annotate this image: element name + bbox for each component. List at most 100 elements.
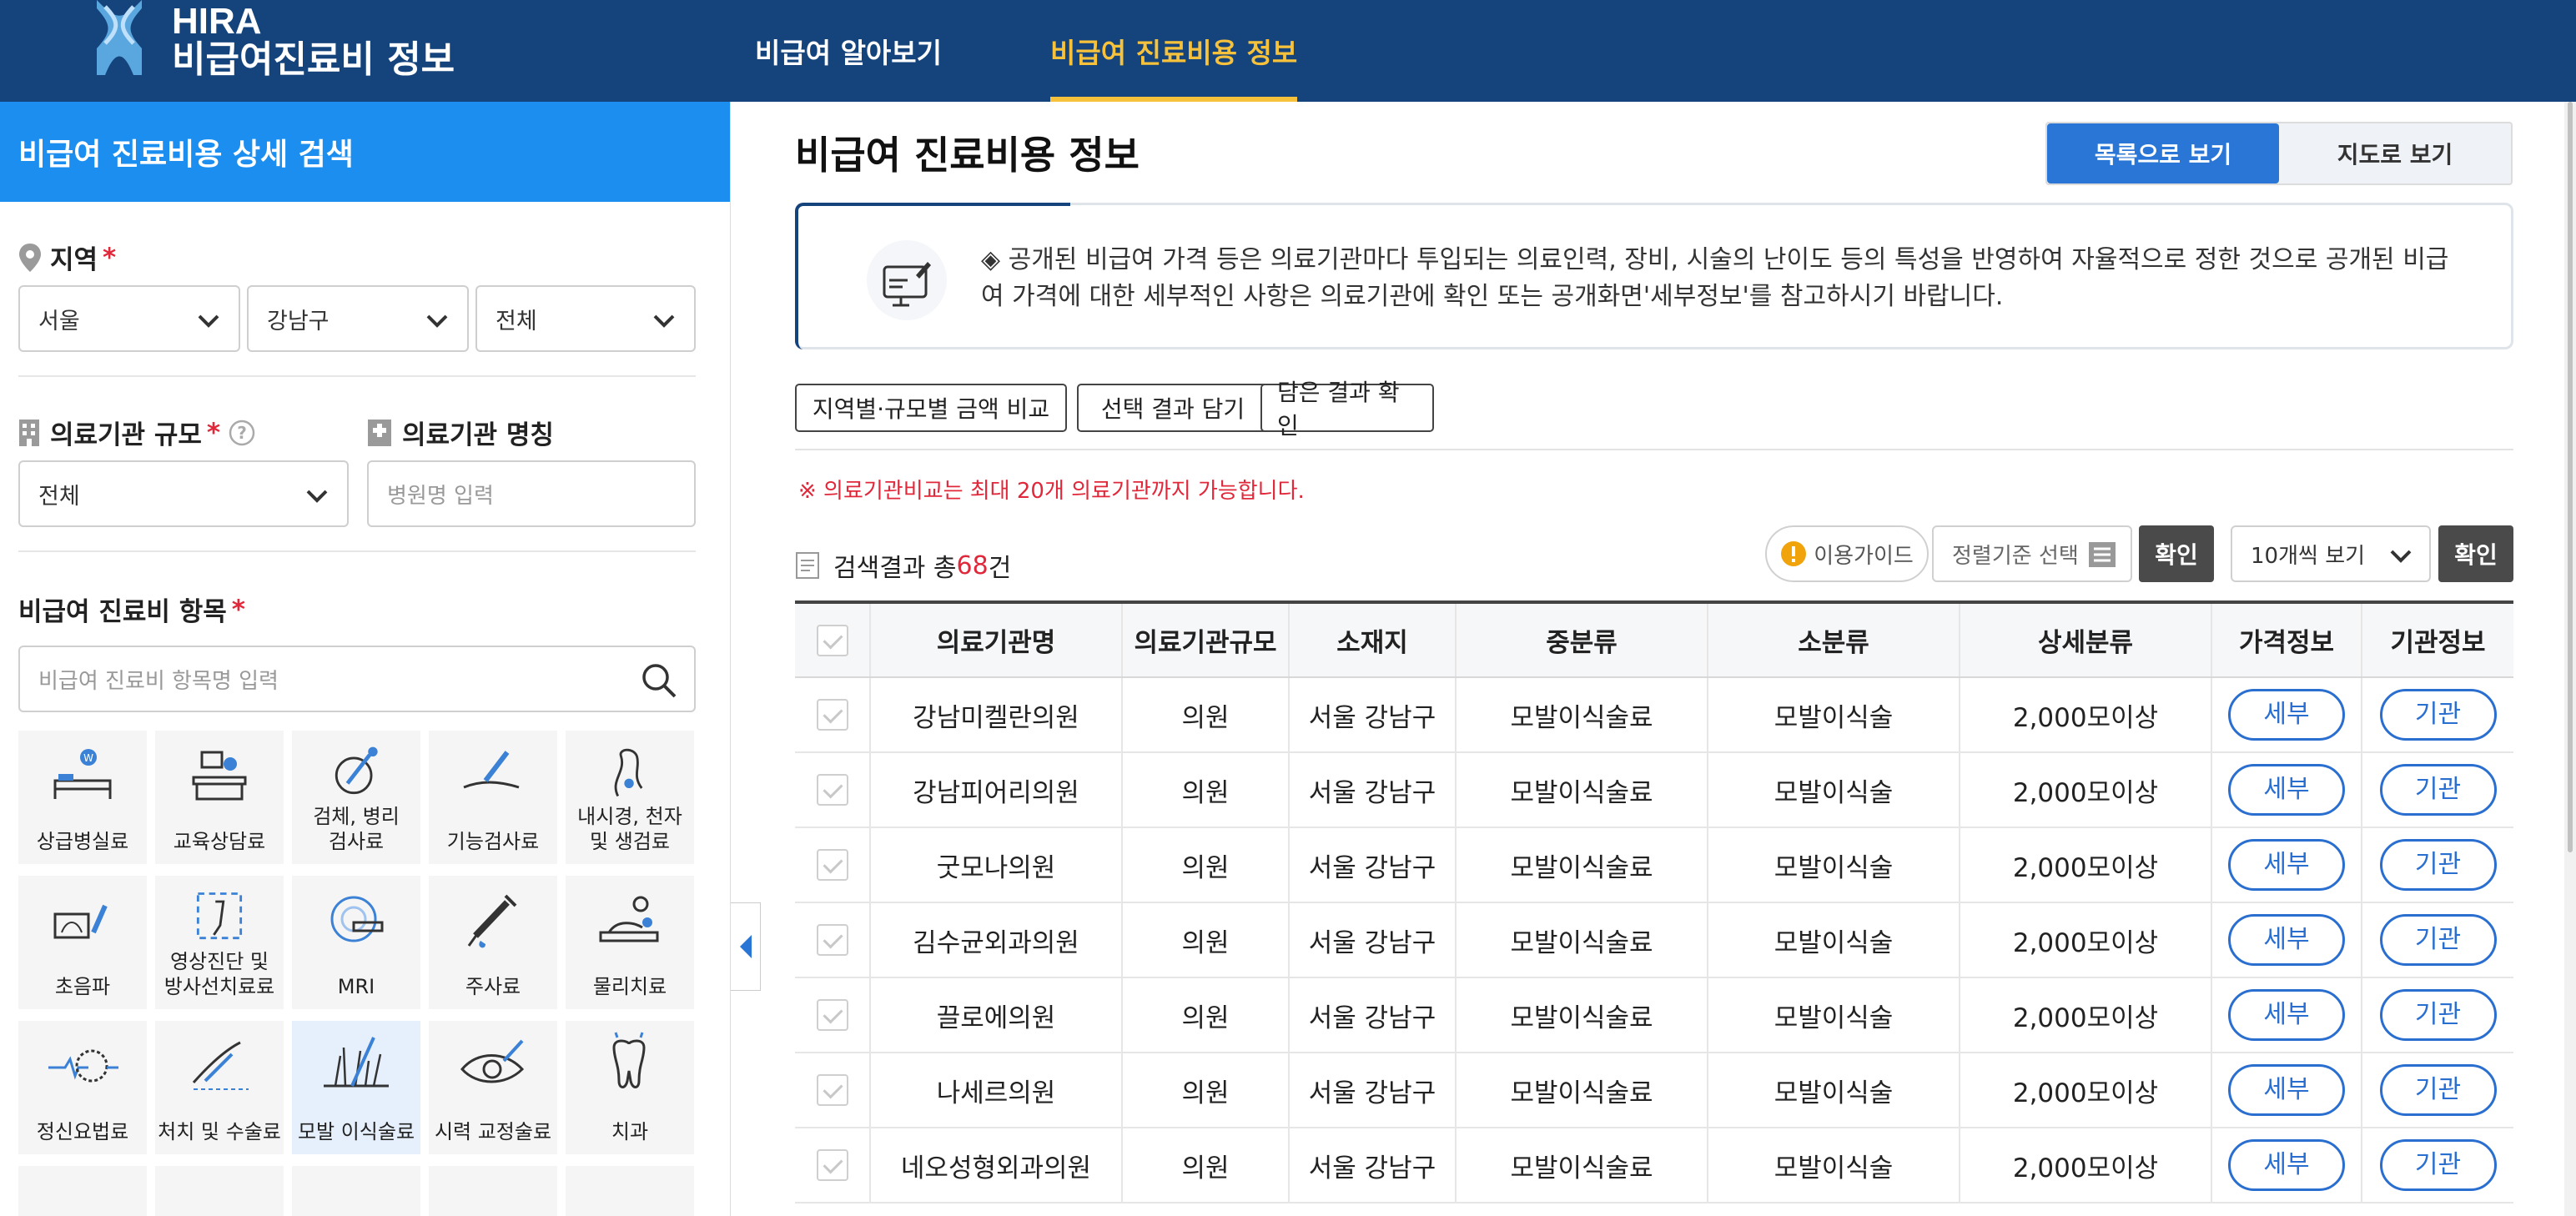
nav-item-about[interactable]: 비급여 알아보기 — [755, 0, 942, 102]
per-page-select[interactable]: 10개씩 보기 — [2231, 525, 2431, 582]
category-eye[interactable]: 시력 교정술료 — [429, 1021, 557, 1154]
price-detail-button[interactable]: 세부 — [2228, 1139, 2345, 1191]
item-search-input[interactable]: 비급여 진료비 항목명 입력 — [18, 646, 696, 712]
category-specimen[interactable]: 검체, 병리 검사료 — [292, 731, 420, 864]
column-header[interactable]: 상세분류 — [1960, 600, 2212, 678]
sort-confirm-button[interactable]: 확인 — [2139, 525, 2214, 582]
category-more[interactable] — [18, 1166, 147, 1216]
row-checkbox[interactable] — [816, 1074, 848, 1107]
category-counseling[interactable]: 교육상담료 — [155, 731, 284, 864]
nav-item-cost-info[interactable]: 비급여 진료비용 정보 — [1050, 0, 1298, 102]
save-selection-button[interactable]: 선택 결과 담기 — [1077, 384, 1269, 432]
scrollbar-thumb[interactable] — [2568, 102, 2573, 852]
row-checkbox-cell — [795, 902, 871, 978]
hospital-icon — [368, 419, 391, 446]
row-checkbox[interactable] — [816, 699, 848, 731]
category-hair[interactable]: 모발 이식술료 — [292, 1021, 420, 1154]
cell-scale: 의원 — [1122, 902, 1290, 978]
row-checkbox[interactable] — [816, 774, 848, 806]
cell-hospital-name[interactable]: 나세르의원 — [870, 1053, 1123, 1128]
category-dental[interactable]: 치과 — [566, 1021, 694, 1154]
institution-info-button[interactable]: 기관 — [2379, 689, 2497, 741]
category-surgery[interactable]: 처치 및 수술료 — [155, 1021, 284, 1154]
institution-info-button[interactable]: 기관 — [2379, 839, 2497, 891]
cell-sub-category: 모발이식술 — [1708, 1128, 1960, 1203]
row-checkbox[interactable] — [816, 999, 848, 1032]
institution-info-button[interactable]: 기관 — [2379, 1064, 2497, 1116]
column-header[interactable]: 소재지 — [1289, 600, 1457, 678]
notice-box: ◈ 공개된 비급여 가격 등은 의료기관마다 투입되는 의료인력, 장비, 시술… — [795, 203, 2513, 349]
location-pin-icon — [19, 243, 41, 272]
category-endoscope[interactable]: 내시경, 천자 및 생검료 — [566, 731, 694, 864]
institution-info-button[interactable]: 기관 — [2379, 989, 2497, 1041]
hospital-name-label: 의료기관 명칭 — [367, 414, 554, 451]
price-detail-button[interactable]: 세부 — [2228, 764, 2345, 816]
cell-hospital-name[interactable]: 강남미켈란의원 — [870, 677, 1123, 753]
price-cell: 세부 — [2211, 902, 2362, 978]
per-page-confirm-button[interactable]: 확인 — [2438, 525, 2513, 582]
city-select[interactable]: 서울 — [18, 285, 240, 352]
category-psychotherapy[interactable]: 정신요법료 — [18, 1021, 147, 1154]
brain-icon — [48, 1049, 118, 1083]
view-saved-button[interactable]: 담은 결과 확인 — [1260, 379, 1434, 440]
ultrasound-icon — [53, 904, 108, 939]
table-row: 강남피어리의원 의원 서울 강남구 모발이식술료 모발이식술 2,000모이상 … — [795, 752, 2513, 828]
price-detail-button[interactable]: 세부 — [2228, 839, 2345, 891]
scale-select[interactable]: 전체 — [18, 460, 349, 527]
cell-scale: 의원 — [1122, 677, 1290, 753]
compare-by-region-button[interactable]: 지역별·규모별 금액 비교 — [795, 384, 1067, 432]
cell-sub-category: 모발이식술 — [1708, 977, 1960, 1053]
dong-select[interactable]: 전체 — [475, 285, 696, 352]
price-detail-button[interactable]: 세부 — [2228, 914, 2345, 966]
column-header[interactable]: 중분류 — [1456, 600, 1708, 678]
select-all-checkbox[interactable] — [816, 624, 848, 656]
institution-info-button[interactable]: 기관 — [2379, 764, 2497, 816]
column-header[interactable]: 의료기관명 — [870, 600, 1123, 678]
row-checkbox[interactable] — [816, 924, 848, 957]
category-more[interactable] — [566, 1166, 694, 1216]
category-syringe[interactable]: 주사료 — [429, 876, 557, 1009]
category-physio[interactable]: 물리치료 — [566, 876, 694, 1009]
table-row: 강남미켈란의원 의원 서울 강남구 모발이식술료 모발이식술 2,000모이상 … — [795, 677, 2513, 753]
sort-select[interactable]: 정렬기준 선택 — [1932, 525, 2132, 582]
price-cell: 세부 — [2211, 752, 2362, 828]
category-ultrasound[interactable]: 초음파 — [18, 876, 147, 1009]
category-label: 교육상담료 — [173, 830, 266, 853]
category-mri[interactable]: MRI — [292, 876, 420, 1009]
cell-hospital-name[interactable]: 김수균외과의원 — [870, 902, 1123, 978]
surgery-icon — [192, 1041, 249, 1090]
category-bed[interactable]: W 상급병실료 — [18, 731, 147, 864]
cell-hospital-name[interactable]: 강남피어리의원 — [870, 752, 1123, 828]
category-more[interactable] — [292, 1166, 420, 1216]
row-checkbox[interactable] — [816, 1149, 848, 1182]
search-icon[interactable] — [641, 662, 677, 699]
divider — [795, 449, 2513, 450]
institution-info-button[interactable]: 기관 — [2379, 1139, 2497, 1191]
price-detail-button[interactable]: 세부 — [2228, 989, 2345, 1041]
map-view-button[interactable]: 지도로 보기 — [2279, 123, 2511, 183]
scale-label: 의료기관 규모 * ? — [18, 414, 255, 451]
price-detail-button[interactable]: 세부 — [2228, 1064, 2345, 1116]
eye-icon — [460, 1039, 525, 1083]
category-more[interactable] — [429, 1166, 557, 1216]
cell-hospital-name[interactable]: 네오성형외과의원 — [870, 1128, 1123, 1203]
category-more[interactable] — [155, 1166, 284, 1216]
category-label: 검체, 병리 검사료 — [313, 805, 400, 853]
hira-logo[interactable]: HIRA 비급여진료비 정보 — [92, 0, 455, 78]
sidebar-collapse-button[interactable] — [731, 902, 761, 991]
notice-text: ◈ 공개된 비급여 가격 등은 의료기관마다 투입되는 의료인력, 장비, 시술… — [981, 245, 2449, 311]
cell-hospital-name[interactable]: 굿모나의원 — [870, 827, 1123, 903]
category-function-test[interactable]: 기능검사료 — [429, 731, 557, 864]
category-xray[interactable]: 영상진단 및 방사선치료료 — [155, 876, 284, 1009]
usage-guide-button[interactable]: 이용가이드 — [1765, 525, 1929, 582]
column-header[interactable]: 의료기관규모 — [1122, 600, 1290, 678]
help-icon[interactable]: ? — [229, 420, 255, 446]
institution-info-button[interactable]: 기관 — [2379, 914, 2497, 966]
column-header[interactable]: 소분류 — [1708, 600, 1960, 678]
list-view-button[interactable]: 목록으로 보기 — [2047, 123, 2279, 183]
hospital-name-input[interactable]: 병원명 입력 — [367, 460, 696, 527]
row-checkbox[interactable] — [816, 849, 848, 882]
price-detail-button[interactable]: 세부 — [2228, 689, 2345, 741]
cell-hospital-name[interactable]: 끌로에의원 — [870, 977, 1123, 1053]
district-select[interactable]: 강남구 — [247, 285, 469, 352]
